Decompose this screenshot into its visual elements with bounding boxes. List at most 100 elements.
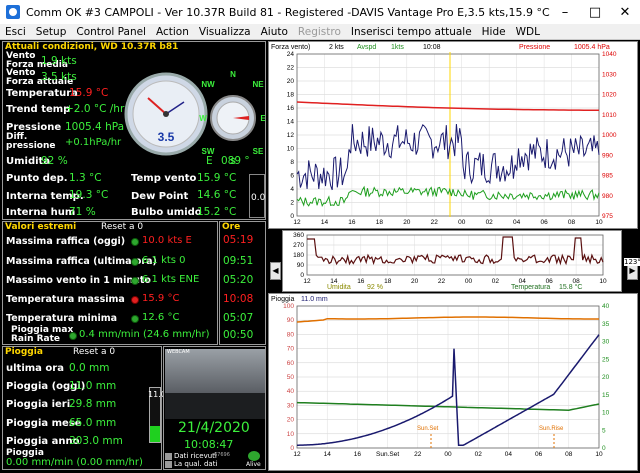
menu-visualizza[interactable]: Visualizza: [194, 26, 256, 38]
wind-pressure-svg: Forza vento) 2 kts Avspd 1kts 10:08 Pres…: [271, 44, 617, 226]
extremes-header: Valori estremi: [5, 222, 77, 232]
top-ytick-left: 20: [287, 78, 295, 85]
top-xtick: 00: [458, 219, 466, 226]
top-chart-avspd-label: Avspd: [357, 44, 376, 51]
mid-xtick: 02: [492, 278, 500, 285]
bot-ytick-left: 40: [287, 388, 295, 395]
bot-xtick: 22: [414, 451, 422, 458]
menu-control-panel[interactable]: Control Panel: [71, 26, 151, 38]
wind-direction-letter: E: [206, 155, 213, 167]
bot-ytick-left: 10: [287, 431, 295, 438]
mid-legend-temperature: Temperatura: [511, 284, 550, 291]
top-xtick: 16: [348, 219, 356, 226]
app-window: Comm OK #3 CAMPOLI - Ver 10.37R Build 81…: [0, 0, 640, 473]
alive-label: Alive: [246, 461, 261, 468]
dew-value: 1.3 °C: [69, 172, 102, 184]
minimize-icon[interactable]: –: [550, 5, 580, 20]
window-title: Comm OK #3 CAMPOLI - Ver 10.37R Build 81…: [26, 5, 550, 19]
compass-e: E: [260, 114, 266, 123]
rain-panel: Pioggia Reset a 0 ultima ora 0.0 mm Piog…: [2, 346, 166, 470]
extremes-reset-button[interactable]: Reset a 0: [101, 222, 143, 232]
menu-action[interactable]: Action: [151, 26, 194, 38]
top-chart-pressure-label: Pressione: [519, 44, 550, 51]
rain-chart-total: 11.0 mm: [301, 296, 328, 303]
bot-ytick-right: 5: [602, 427, 606, 434]
row-label-trend: Trend temp: [6, 104, 71, 115]
top-xtick: 14: [321, 219, 329, 226]
mid-xtick: 18: [384, 278, 392, 285]
dewpoint-value: 14.6 °C: [197, 189, 237, 201]
time-max-rain-rate: 00:50: [223, 329, 254, 341]
max-wind-1min-indicator: [131, 277, 139, 285]
rain-gauge-fill: [150, 425, 160, 442]
max-gust-today-value: 10.0 kts E: [142, 235, 192, 246]
rain-last-hour-label: ultima ora: [6, 363, 64, 374]
top-ytick-right: 1000: [602, 132, 617, 139]
top-ytick-right: 975: [602, 213, 613, 220]
rain-rate-value: 0.00 mm/min (0.00 mm/hr): [6, 457, 143, 468]
wind-now-value: 3.5 kts: [41, 71, 77, 83]
menu-aiuto[interactable]: Aiuto: [256, 26, 293, 38]
alive-indicator: [248, 451, 260, 461]
row-label-pressure-diff: Diff. pressione: [6, 132, 56, 151]
top-xtick: 04: [513, 219, 521, 226]
max-rain-rate-indicator: [69, 332, 77, 340]
title-bar: Comm OK #3 CAMPOLI - Ver 10.37R Build 81…: [0, 0, 640, 24]
max-rain-rate-value: 0.4 mm/min (24.6 mm/hr): [79, 329, 210, 340]
top-xtick: 12: [293, 219, 301, 226]
top-ytick-right: 1020: [602, 92, 617, 99]
bot-xtick: 08: [565, 451, 573, 458]
wind-avg-series: [296, 185, 600, 207]
rain-chart[interactable]: Pioggia 11.0 mm 100 90 80 70 60 50 40 30 20 10 0 4 0…: [268, 293, 638, 471]
max-gust-today-indicator: [131, 238, 139, 246]
time-min-temp: 05:07: [223, 312, 254, 324]
max-gust-today-label: Massima raffica (oggi): [6, 236, 126, 247]
maximize-icon[interactable]: □: [580, 5, 610, 20]
compass-w: W: [199, 114, 207, 123]
bot-ytick-right: 10: [602, 410, 610, 417]
data-count: 67696: [214, 452, 230, 458]
max-gust-hour-value: 6.1 kts 0: [142, 255, 186, 266]
bot-xtick: 10: [595, 451, 603, 458]
max-wind-1min-value: 6.1 kts ENE: [142, 274, 200, 285]
menu-setup[interactable]: Setup: [31, 26, 72, 38]
rain-header: Pioggia: [5, 347, 43, 357]
chart-scroll-left[interactable]: ◀: [270, 262, 281, 280]
rain-year-value: 303.0 mm: [69, 435, 123, 447]
top-ytick-right: 1040: [602, 51, 617, 58]
top-ytick-left: 14: [287, 119, 295, 126]
wind-speed-readout: 3.5: [158, 130, 175, 144]
close-icon[interactable]: ✕: [610, 5, 640, 20]
rain-yesterday-value: 29.8 mm: [69, 398, 117, 410]
menu-hide[interactable]: Hide: [477, 26, 511, 38]
max-rain-rate-label: Pioggia max Rain Rate: [11, 325, 74, 344]
menu-wdl[interactable]: WDL: [511, 26, 545, 38]
humidity-value: 92 %: [41, 155, 68, 167]
bot-ytick-left: 30: [287, 402, 295, 409]
top-ytick-left: 12: [287, 132, 295, 139]
min-temp-label: Temperatura minima: [6, 313, 118, 324]
time-display: 10:08:47: [184, 438, 234, 451]
bot-ytick-left: 80: [287, 331, 295, 338]
top-ytick-right: 1030: [602, 71, 617, 78]
top-xtick: 10: [595, 219, 603, 226]
webcam-label: WEBCAM: [167, 349, 190, 355]
menu-inserisci-tempo[interactable]: Inserisci tempo attuale: [346, 26, 477, 38]
top-ytick-left: 22: [287, 65, 295, 72]
top-ytick-right: 990: [602, 152, 613, 159]
bot-ytick-left: 90: [287, 317, 295, 324]
bot-ytick-left: 50: [287, 374, 295, 381]
indoor-hum-value: 71 %: [69, 206, 96, 218]
direction-humidity-chart[interactable]: 360 270 180 90 0 12 14 16 18 20 22 00 02 04 06 08 10 Umi…: [282, 230, 622, 292]
bot-ytick-left: 70: [287, 346, 295, 353]
temperature-value: 15.9 °C: [69, 87, 109, 99]
wind-pressure-chart[interactable]: Forza vento) 2 kts Avspd 1kts 10:08 Pres…: [268, 41, 638, 229]
mid-legend-humidity: Umidita: [327, 284, 351, 291]
bot-xtick: 02: [475, 451, 483, 458]
data-received-led: [165, 453, 172, 460]
mid-legend-humidity-value: 92 %: [367, 284, 383, 291]
date-display: 21/4/2020: [178, 420, 250, 436]
rain-reset-button[interactable]: Reset a 0: [73, 347, 115, 357]
top-ytick-left: 8: [290, 159, 294, 166]
menu-esci[interactable]: Esci: [0, 26, 31, 38]
